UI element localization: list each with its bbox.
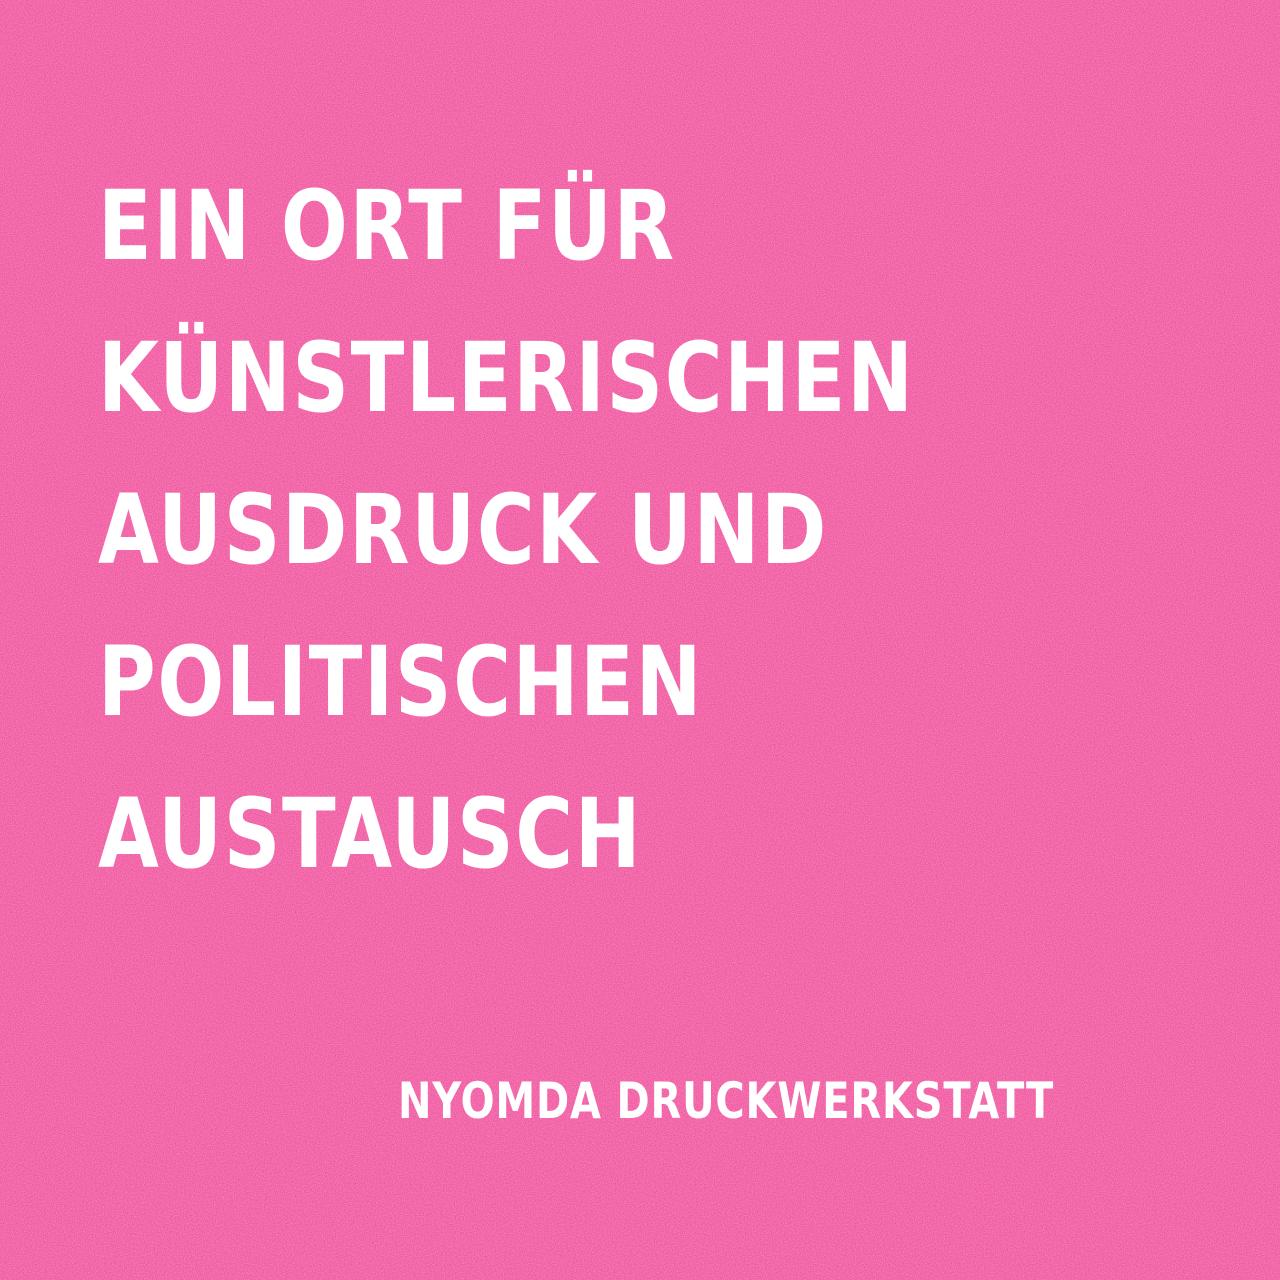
headline-line-4: POLITISCHEN [98, 626, 704, 738]
signature: NYOMDA DRUCKWERKSTATT [398, 1072, 1055, 1130]
headline-line-5: AUSTAUSCH [98, 778, 643, 890]
headline: EIN ORT FÜR KÜNSTLERISCHEN AUSDRUCK UND … [98, 150, 1198, 910]
headline-line-3: AUSDRUCK UND [98, 474, 829, 586]
headline-line-1: EIN ORT FÜR [98, 170, 676, 282]
headline-line-2: KÜNSTLERISCHEN [98, 322, 915, 434]
